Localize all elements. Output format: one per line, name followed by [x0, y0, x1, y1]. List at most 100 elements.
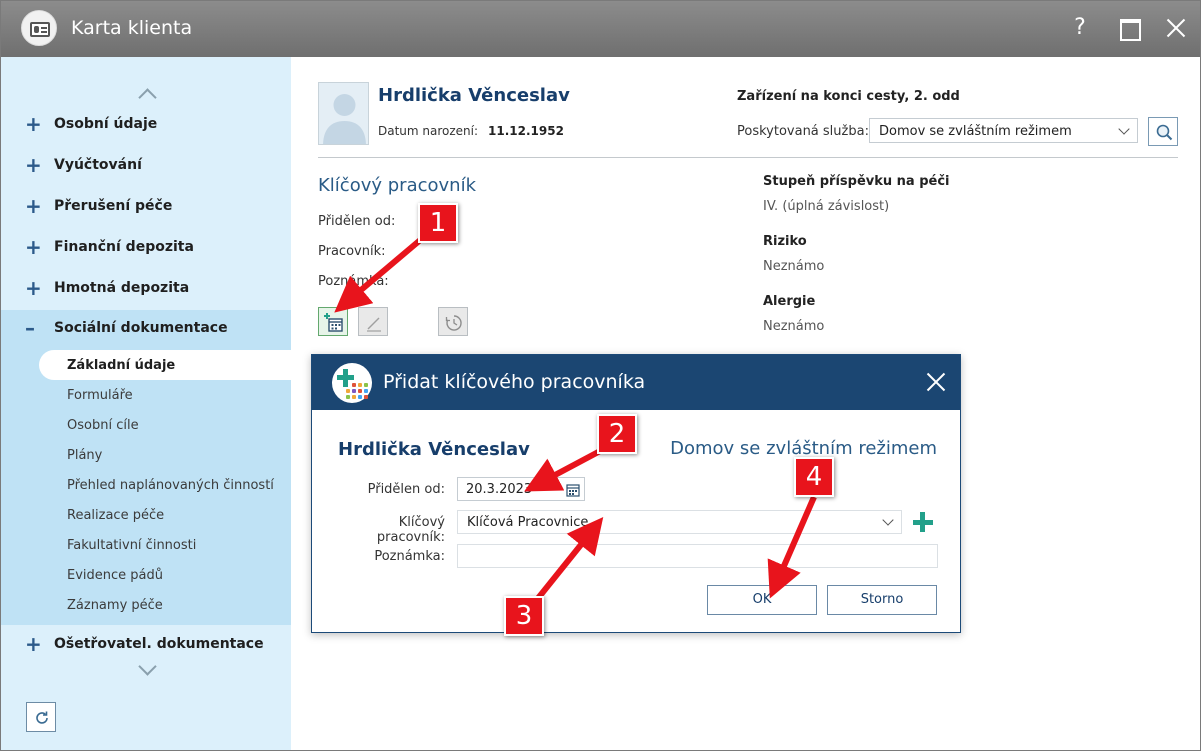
- subitem-label: Základní údaje: [67, 358, 176, 373]
- assigned-date-input[interactable]: 20.3.2023: [457, 477, 585, 501]
- expand-plus-icon: +: [25, 153, 42, 177]
- dialog-close-button[interactable]: [921, 367, 951, 397]
- sidebar-subitem-care-records[interactable]: Záznamy péče: [39, 590, 291, 620]
- sidebar-item-label: Ošetřovatel. dokumentace: [54, 636, 264, 652]
- sidebar-subitem-plans[interactable]: Plány: [39, 440, 291, 470]
- add-worker-app-icon: [332, 363, 372, 403]
- dialog-worker-label: Klíčový pracovník:: [376, 515, 445, 545]
- history-clock-icon: [445, 315, 462, 331]
- sidebar-item-billing[interactable]: + Vyúčtování: [1, 147, 291, 185]
- calendar-icon[interactable]: [566, 483, 580, 497]
- scroll-up-chevron-icon[interactable]: [138, 85, 156, 103]
- subitem-label: Formuláře: [67, 388, 133, 403]
- sidebar-item-material-deposits[interactable]: + Hmotná depozita: [1, 270, 291, 308]
- expand-plus-icon: +: [25, 632, 42, 656]
- sidebar-item-financial-deposits[interactable]: + Finanční depozita: [1, 229, 291, 267]
- help-button[interactable]: ?: [1065, 13, 1095, 43]
- sidebar-item-personal-data[interactable]: + Osobní údaje: [1, 106, 291, 144]
- maximize-button[interactable]: [1114, 13, 1144, 43]
- subitem-label: Fakultativní činnosti: [67, 538, 197, 553]
- sidebar-subitem-planned-activities[interactable]: Přehled naplánovaných činností: [39, 470, 291, 500]
- sidebar-item-care-interruption[interactable]: + Přerušení péče: [1, 188, 291, 226]
- assigned-from-label: Přidělen od:: [318, 214, 396, 229]
- sidebar-item-label: Osobní údaje: [54, 116, 158, 132]
- risk-value: Neznámo: [763, 259, 825, 274]
- subitem-label: Plány: [67, 448, 103, 463]
- scroll-down-chevron-icon[interactable]: [138, 661, 156, 679]
- assigned-date-value: 20.3.2023: [466, 482, 533, 497]
- dialog-client-name: Hrdlička Věnceslav: [338, 439, 530, 460]
- expand-plus-icon: +: [25, 276, 42, 300]
- key-worker-select[interactable]: Klíčová Pracovnice: [457, 510, 902, 534]
- close-window-button[interactable]: [1161, 13, 1191, 43]
- note-input[interactable]: [457, 544, 938, 568]
- window-title: Karta klienta: [71, 17, 193, 39]
- subitem-label: Osobní cíle: [67, 418, 139, 433]
- service-select-value: Domov se zvláštním režimem: [879, 124, 1072, 139]
- sidebar-subitem-fall-records[interactable]: Evidence pádů: [39, 560, 291, 590]
- chevron-down-icon: [1119, 127, 1129, 137]
- allergy-title: Alergie: [763, 294, 816, 309]
- history-button[interactable]: [438, 307, 468, 336]
- client-name: Hrdlička Věnceslav: [378, 85, 570, 106]
- service-label: Poskytovaná služba:: [737, 124, 869, 139]
- note-label: Poznámka:: [318, 274, 389, 289]
- cancel-button[interactable]: Storno: [827, 585, 937, 615]
- sidebar-subitem-care-realization[interactable]: Realizace péče: [39, 500, 291, 530]
- expand-plus-icon: +: [25, 235, 42, 259]
- sidebar-item-label: Finanční depozita: [54, 239, 194, 255]
- sidebar: + Osobní údaje + Vyúčtování + Přerušení …: [1, 57, 291, 750]
- sidebar-item-label: Hmotná depozita: [54, 280, 190, 296]
- edit-key-worker-button[interactable]: [358, 307, 388, 336]
- expand-plus-icon: +: [25, 112, 42, 136]
- ok-button[interactable]: OK: [707, 585, 817, 615]
- care-level-value: IV. (úplná závislost): [763, 199, 890, 214]
- dialog-service-name: Domov se zvláštním režimem: [670, 438, 937, 459]
- callout-2: 2: [597, 414, 637, 454]
- add-worker-plus-icon[interactable]: [912, 511, 934, 533]
- service-select[interactable]: Domov se zvláštním režimem: [869, 118, 1138, 143]
- header-divider: [318, 157, 1178, 158]
- add-calendar-icon: [324, 313, 343, 332]
- client-avatar-placeholder-icon: [318, 82, 369, 145]
- title-bar: Karta klienta ?: [1, 1, 1200, 57]
- sidebar-subitem-personal-goals[interactable]: Osobní cíle: [39, 410, 291, 440]
- pencil-icon: [367, 317, 381, 332]
- id-card-icon: [21, 10, 57, 46]
- search-button[interactable]: [1148, 117, 1178, 146]
- add-key-worker-dialog: Přidat klíčového pracovníka Hrdlička Věn…: [311, 354, 961, 633]
- add-key-worker-button[interactable]: [318, 307, 348, 336]
- subitem-label: Záznamy péče: [67, 598, 163, 613]
- refresh-icon: [36, 711, 48, 724]
- dob-value: 11.12.1952: [488, 124, 564, 138]
- subitem-label: Přehled naplánovaných činností: [67, 478, 274, 493]
- dialog-title: Přidat klíčového pracovníka: [383, 371, 646, 393]
- callout-3: 3: [504, 596, 544, 636]
- allergy-value: Neznámo: [763, 319, 825, 334]
- risk-title: Riziko: [763, 234, 807, 249]
- dob-label: Datum narození:: [378, 124, 479, 138]
- refresh-button[interactable]: [26, 702, 56, 732]
- sidebar-item-social-documentation[interactable]: – Sociální dokumentace: [1, 310, 291, 350]
- collapse-minus-icon: –: [25, 316, 35, 340]
- key-worker-section-title: Klíčový pracovník: [318, 175, 476, 196]
- sidebar-subitem-optional-activities[interactable]: Fakultativní činnosti: [39, 530, 291, 560]
- subitem-label: Realizace péče: [67, 508, 165, 523]
- sidebar-subitem-forms[interactable]: Formuláře: [39, 380, 291, 410]
- sidebar-item-label: Vyúčtování: [54, 157, 142, 173]
- dialog-note-label: Poznámka:: [374, 549, 445, 564]
- dialog-header: Přidat klíčového pracovníka: [312, 355, 960, 410]
- key-worker-value: Klíčová Pracovnice: [467, 515, 589, 530]
- callout-4: 4: [794, 457, 834, 497]
- dialog-assigned-label: Přidělen od:: [367, 482, 445, 497]
- callout-1: 1: [418, 203, 458, 243]
- subitem-label: Evidence pádů: [67, 568, 163, 583]
- facility-name: Zařízení na konci cesty, 2. odd: [737, 89, 960, 104]
- sidebar-item-label: Sociální dokumentace: [54, 320, 228, 336]
- care-level-title: Stupeň příspěvku na péči: [763, 174, 950, 189]
- chevron-down-icon: [883, 518, 893, 528]
- expand-plus-icon: +: [25, 194, 42, 218]
- sidebar-subitem-basic-data[interactable]: Základní údaje: [39, 350, 291, 380]
- worker-label: Pracovník:: [318, 244, 386, 259]
- sidebar-item-label: Přerušení péče: [54, 198, 173, 214]
